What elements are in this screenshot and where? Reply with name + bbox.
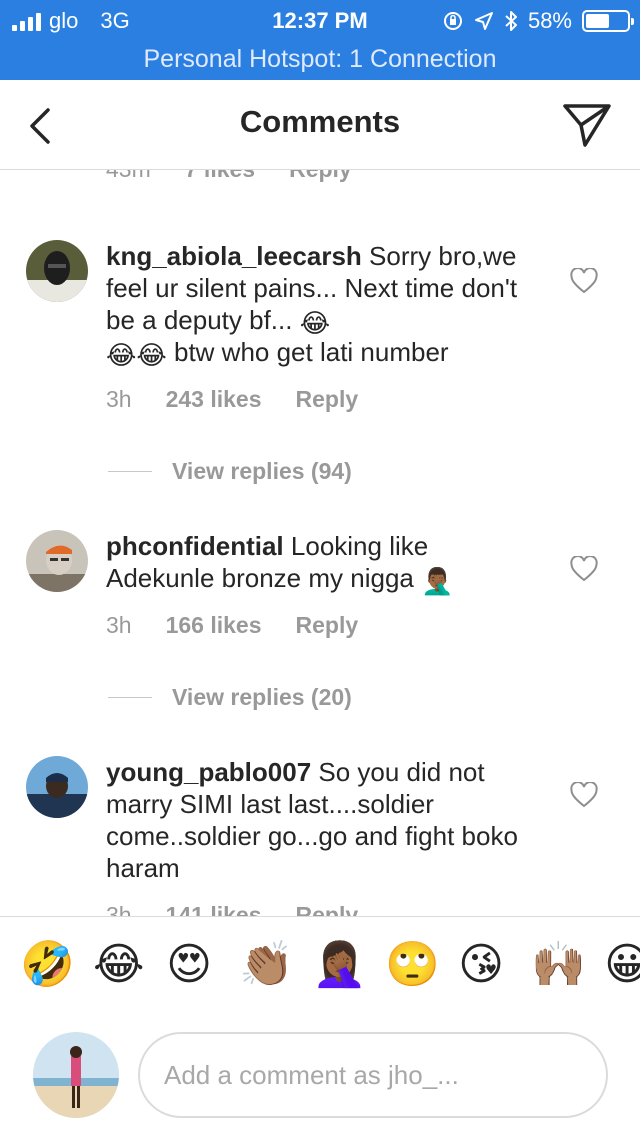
emoji-tears-of-joy-button[interactable]: 😂 [93, 940, 144, 989]
add-comment-input[interactable]: Add a comment as jho_... [138, 1032, 608, 1118]
emoji-heart-eyes-button[interactable]: 😍 [166, 940, 212, 989]
comment-item: phconfidential Looking like Adekunle bro… [0, 530, 640, 720]
comment-time: 3h [106, 902, 132, 916]
emoji-rofl-button[interactable]: 🤣 [20, 940, 75, 989]
paper-plane-icon[interactable] [562, 100, 612, 150]
comment-text: kng_abiola_leecarsh Sorry bro,we feel ur… [106, 241, 518, 370]
comment-composer: Add a comment as jho_... [0, 1012, 640, 1136]
comment-item: young_pablo007 So you did not marry SIMI… [0, 756, 640, 916]
location-arrow-icon [474, 12, 493, 30]
like-heart-icon[interactable] [570, 782, 598, 808]
comment-meta: 3h 243 likes Reply [106, 386, 358, 413]
personal-hotspot-banner[interactable]: Personal Hotspot: 1 Connection [0, 40, 640, 80]
comments-list[interactable]: 43m 7 likes Reply kng_abiola_leecarsh So… [0, 170, 640, 916]
comment-likes[interactable]: 243 likes [166, 386, 262, 413]
battery-icon [582, 10, 634, 32]
avatar[interactable] [26, 530, 88, 592]
comment-item: kng_abiola_leecarsh Sorry bro,we feel ur… [0, 240, 640, 490]
emoji-eye-roll-button[interactable]: 🙄 [385, 940, 440, 989]
comment-likes[interactable]: 141 likes [166, 902, 262, 916]
reply-button[interactable]: Reply [289, 170, 352, 183]
comments-header: Comments [0, 80, 640, 170]
view-replies-button[interactable]: View replies (94) [108, 458, 352, 485]
comment-username[interactable]: young_pablo007 [106, 757, 311, 787]
orientation-lock-icon [443, 12, 462, 30]
like-heart-icon[interactable] [570, 556, 598, 582]
comment-username[interactable]: kng_abiola_leecarsh [106, 241, 362, 271]
status-bar: glo 3G 12:37 PM 58% [0, 0, 640, 40]
comment-time: 43m [106, 170, 151, 183]
bluetooth-icon [505, 11, 517, 31]
reply-button[interactable]: Reply [296, 902, 359, 916]
like-heart-icon[interactable] [570, 268, 598, 294]
emoji-raised-hands-button[interactable]: 🙌🏽 [531, 940, 586, 989]
reply-button[interactable]: Reply [296, 386, 359, 413]
comment-time: 3h [106, 386, 132, 412]
comment-text: young_pablo007 So you did not marry SIMI… [106, 757, 518, 883]
divider [108, 471, 152, 472]
reply-button[interactable]: Reply [296, 612, 359, 639]
emoji-clapping-button[interactable]: 👏🏽 [239, 940, 294, 989]
comment-meta: 3h 141 likes Reply [106, 902, 358, 916]
avatar[interactable] [26, 240, 88, 302]
battery-percent: 58% [527, 8, 572, 33]
view-replies-button[interactable]: View replies (20) [108, 684, 352, 711]
emoji-kiss-button[interactable]: 😘 [458, 940, 504, 989]
comment-time: 3h [106, 612, 132, 638]
comment-meta: 3h 166 likes Reply [106, 612, 358, 639]
emoji-quick-bar: 🤣 😂 😍 👏🏽 🤦🏾‍♀️ 🙄 😘 🙌🏽 😀 [0, 916, 640, 1012]
avatar [33, 1032, 119, 1118]
page-title: Comments [239, 104, 401, 139]
comment-text: phconfidential Looking like Adekunle bro… [106, 531, 454, 596]
avatar[interactable] [26, 756, 88, 818]
comment-username[interactable]: phconfidential [106, 531, 284, 561]
emoji-grin-button[interactable]: 😀 [604, 940, 640, 989]
divider [108, 697, 152, 698]
comment-likes[interactable]: 7 likes [185, 170, 255, 183]
emoji-facepalm-button[interactable]: 🤦🏾‍♀️ [312, 940, 367, 989]
comment-likes[interactable]: 166 likes [166, 612, 262, 639]
partial-comment-meta: 43m 7 likes Reply [106, 170, 352, 183]
